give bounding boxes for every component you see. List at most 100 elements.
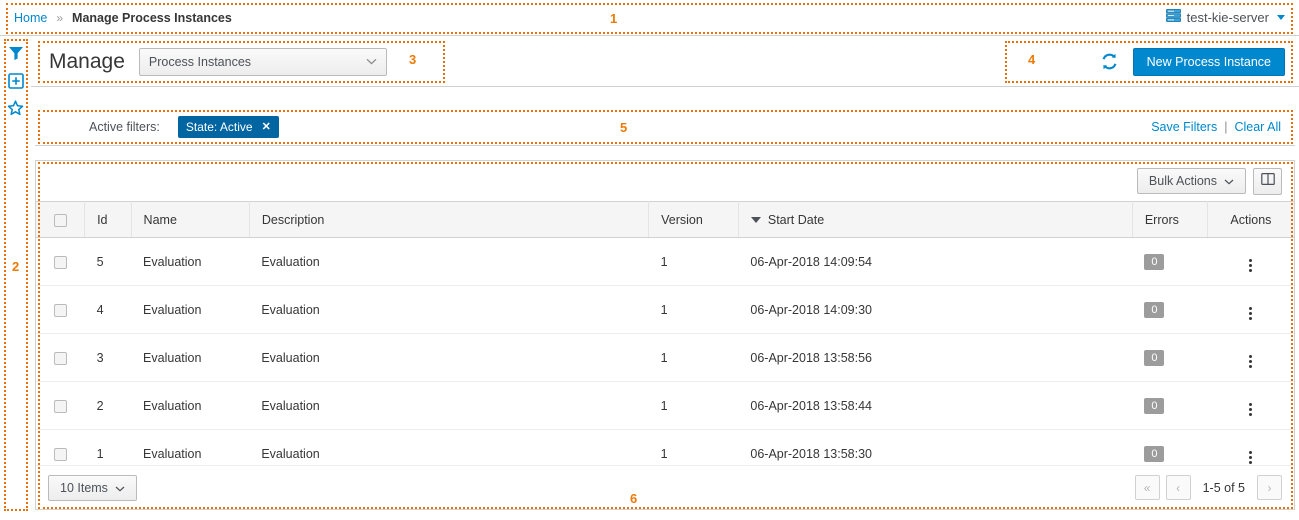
cell-errors: 0 (1132, 381, 1208, 430)
columns-toggle-icon (1260, 172, 1275, 191)
process-instances-card: Bulk Actions Id Name Description Version… (35, 160, 1295, 510)
view-select[interactable]: Process Instances (138, 47, 387, 76)
column-header-id[interactable]: Id (84, 201, 132, 238)
table-row[interactable]: 2 Evaluation Evaluation 1 06-Apr-2018 13… (36, 381, 1294, 430)
link-divider: | (1224, 119, 1228, 134)
columns-toggle-button[interactable] (1253, 167, 1282, 195)
annotation-number-5: 5 (620, 120, 628, 135)
page-size-label: 10 Items (60, 480, 108, 495)
cell-errors: 0 (1132, 333, 1208, 382)
pagination-range-label: 1-5 of 5 (1202, 480, 1245, 495)
pagination: « ‹ 1-5 of 5 › (1134, 475, 1282, 500)
bulk-actions-label: Bulk Actions (1148, 174, 1217, 188)
manage-label: Manage (49, 49, 125, 73)
cell-name: Evaluation (131, 285, 250, 334)
column-header-select-all[interactable] (36, 201, 86, 238)
breadcrumb-home-link[interactable]: Home (14, 11, 47, 25)
cell-version: 1 (648, 237, 739, 286)
errors-badge: 0 (1144, 397, 1165, 414)
column-header-start-date[interactable]: Start Date (738, 201, 1133, 238)
table-header-row: Id Name Description Version Start Date E… (36, 201, 1294, 238)
page-size-select[interactable]: 10 Items (48, 474, 137, 501)
chevron-down-icon (1224, 174, 1234, 188)
manage-toolbar: Manage Process Instances New Process Ins… (31, 37, 1299, 87)
row-checkbox[interactable] (53, 255, 67, 269)
table-footer: 10 Items « ‹ 1-5 of 5 › (36, 465, 1294, 509)
row-checkbox[interactable] (53, 399, 67, 413)
column-header-errors[interactable]: Errors (1132, 201, 1208, 238)
active-filters-label: Active filters: (89, 119, 160, 134)
new-process-instance-button[interactable]: New Process Instance (1132, 47, 1285, 76)
cell-start-date: 06-Apr-2018 14:09:54 (738, 237, 1133, 286)
view-select-value: Process Instances (148, 54, 252, 69)
page-title: Manage Process Instances (72, 10, 232, 25)
bulk-actions-button[interactable]: Bulk Actions (1136, 168, 1246, 194)
row-checkbox[interactable] (53, 303, 67, 317)
table-body: 5 Evaluation Evaluation 1 06-Apr-2018 14… (36, 237, 1294, 478)
server-stack-icon (1165, 8, 1181, 27)
row-checkbox[interactable] (53, 351, 67, 365)
errors-badge: 0 (1144, 253, 1165, 270)
cell-description: Evaluation (249, 333, 649, 382)
cell-description: Evaluation (249, 237, 649, 286)
table-row[interactable]: 3 Evaluation Evaluation 1 06-Apr-2018 13… (36, 333, 1294, 382)
star-outline-icon[interactable] (5, 98, 27, 119)
cell-id: 2 (84, 381, 132, 430)
table-row[interactable]: 5 Evaluation Evaluation 1 06-Apr-2018 14… (36, 237, 1294, 286)
row-select-cell[interactable] (36, 381, 85, 430)
cell-actions[interactable] (1207, 237, 1294, 286)
cell-description: Evaluation (249, 285, 649, 334)
filter-links: Save Filters | Clear All (1151, 120, 1281, 134)
server-selector[interactable]: test-kie-server (1165, 8, 1285, 27)
breadcrumb-bar: Home » Manage Process Instances test-kie… (0, 0, 1299, 36)
row-checkbox[interactable] (53, 447, 67, 461)
annotation-number-2: 2 (12, 259, 20, 274)
filter-chip-state-active[interactable]: State: Active ✕ (177, 115, 279, 138)
close-icon[interactable]: ✕ (262, 120, 271, 133)
previous-page-button[interactable]: ‹ (1165, 475, 1191, 500)
clear-all-link[interactable]: Clear All (1234, 120, 1281, 134)
active-filters-bar: Active filters: State: Active ✕ Save Fil… (35, 108, 1295, 146)
column-header-name[interactable]: Name (131, 201, 250, 238)
row-actions-menu-icon[interactable] (1249, 355, 1253, 368)
row-actions-menu-icon[interactable] (1249, 403, 1253, 416)
row-select-cell[interactable] (36, 333, 85, 382)
chevron-down-icon (366, 56, 377, 68)
first-page-button[interactable]: « (1134, 475, 1160, 500)
row-actions-menu-icon[interactable] (1249, 451, 1253, 464)
row-actions-menu-icon[interactable] (1249, 307, 1253, 320)
column-header-version[interactable]: Version (648, 201, 739, 238)
cell-id: 4 (84, 285, 132, 334)
add-box-icon[interactable] (5, 71, 27, 92)
annotation-number-3: 3 (409, 52, 417, 67)
toolbar-actions: New Process Instance (1100, 47, 1299, 76)
filter-chip-label: State: Active (185, 119, 253, 134)
errors-badge: 0 (1144, 301, 1165, 318)
cell-actions[interactable] (1207, 285, 1294, 334)
save-filters-link[interactable]: Save Filters (1151, 120, 1217, 134)
cell-actions[interactable] (1207, 333, 1294, 382)
select-all-checkbox[interactable] (53, 213, 67, 227)
cell-id: 3 (84, 333, 132, 382)
sort-descending-icon (750, 217, 761, 224)
cell-name: Evaluation (131, 381, 250, 430)
process-instances-table: Id Name Description Version Start Date E… (36, 201, 1294, 478)
row-actions-menu-icon[interactable] (1249, 259, 1253, 272)
refresh-icon[interactable] (1100, 52, 1119, 71)
cell-errors: 0 (1132, 237, 1208, 286)
column-header-actions: Actions (1207, 201, 1294, 238)
annotation-number-4: 4 (1028, 52, 1036, 67)
filter-funnel-icon[interactable] (5, 43, 27, 64)
row-select-cell[interactable] (36, 285, 85, 334)
next-page-button[interactable]: › (1257, 475, 1282, 500)
annotation-number-6: 6 (630, 491, 638, 506)
column-header-description[interactable]: Description (249, 201, 650, 238)
errors-badge: 0 (1144, 349, 1165, 366)
breadcrumb-separator: » (56, 10, 64, 25)
row-select-cell[interactable] (36, 237, 85, 286)
app-root: Home » Manage Process Instances test-kie… (0, 0, 1299, 520)
table-row[interactable]: 4 Evaluation Evaluation 1 06-Apr-2018 14… (36, 285, 1294, 334)
cell-version: 1 (648, 381, 739, 430)
cell-actions[interactable] (1207, 381, 1294, 430)
chevron-down-icon (115, 481, 125, 495)
